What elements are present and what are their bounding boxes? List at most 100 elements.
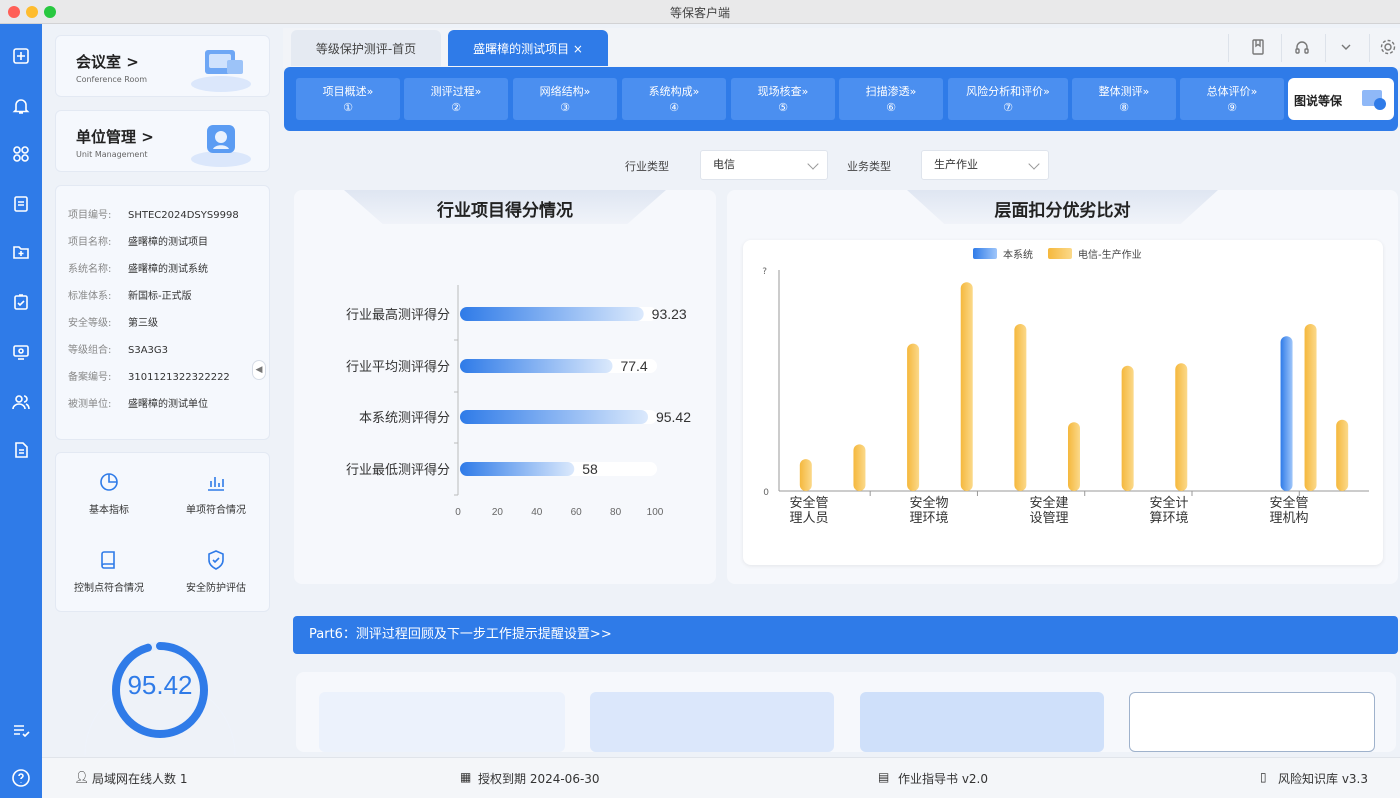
industry-type-select[interactable]: 电信	[700, 150, 828, 180]
step-onsite-check[interactable]: 现场核查» ⑤	[731, 78, 835, 120]
business-type-select[interactable]: 生产作业	[921, 150, 1049, 180]
clipboard-check-icon[interactable]	[9, 290, 33, 314]
task-list-icon[interactable]	[9, 718, 33, 742]
quick-link-label: 控制点符合情况	[74, 583, 144, 594]
quick-link-label: 基本指标	[89, 505, 129, 516]
item-compliance-link[interactable]: 单项符合情况	[171, 471, 261, 516]
illustration-icon	[1362, 90, 1386, 110]
business-type-label: 业务类型	[847, 160, 891, 173]
quick-link-label: 单项符合情况	[186, 505, 246, 516]
unit-management-card[interactable]: 单位管理 > Unit Management	[55, 110, 270, 172]
level-deduction-chart-box: 本系统 电信-生产作业? 0 安全管 理人员 安全物 理环境 安全建 设管理 安全计 算环境 安全管理…	[743, 240, 1383, 565]
x-tick-label: 40	[531, 507, 543, 518]
x-tick-label: 理人员	[789, 511, 828, 526]
icon-rail	[0, 24, 42, 798]
guide-version[interactable]: 作业指导书 v2.0	[898, 770, 988, 787]
tab-test-project[interactable]: 盛曙樟的测试项目 ×	[448, 30, 608, 66]
bar-value-label: 58	[582, 461, 598, 477]
x-tick-label: 安全管	[1269, 495, 1308, 511]
step-label: 网络结构»	[539, 85, 591, 98]
step-illustrated-mlps[interactable]: 图说等保	[1288, 78, 1394, 120]
shield-check-icon	[208, 550, 224, 570]
bell-icon[interactable]	[9, 94, 33, 118]
step-label: 风险分析和评价»	[966, 85, 1050, 98]
file-text-icon[interactable]	[9, 438, 33, 462]
chevron-down-icon	[1028, 158, 1040, 170]
step-risk-analysis[interactable]: 风险分析和评价» ⑦	[948, 78, 1068, 120]
monitor-settings-icon[interactable]	[9, 340, 33, 364]
reminder-settings-area	[296, 672, 1396, 752]
collapse-panel-button[interactable]: ◀	[252, 360, 266, 380]
user-icon: 👤︎	[74, 770, 90, 784]
bookmark-icon[interactable]	[1249, 38, 1267, 56]
knowledge-base-version[interactable]: 风险知识库 v3.3	[1278, 770, 1368, 787]
users-icon[interactable]	[9, 390, 33, 414]
info-label: 系统名称:	[68, 264, 112, 275]
info-value: 3101121322322222	[128, 372, 230, 383]
chevron-down-icon[interactable]	[1337, 38, 1355, 56]
reminder-card[interactable]	[319, 692, 565, 752]
info-value: 新国标-正式版	[128, 291, 192, 302]
part6-banner[interactable]: Part6：测评过程回顾及下一步工作提示提醒设置>>	[293, 616, 1398, 654]
project-info-card: 项目编号: SHTEC2024DSYS9998 项目名称: 盛曙樟的测试项目 系统名…	[55, 185, 270, 440]
bar	[460, 307, 644, 321]
step-scan-penetration[interactable]: 扫描渗透» ⑥	[839, 78, 943, 120]
step-system-composition[interactable]: 系统构成» ④	[622, 78, 726, 120]
x-tick-label: 20	[492, 507, 504, 518]
conference-room-card[interactable]: 会议室 > Conference Room	[55, 35, 270, 97]
gear-icon[interactable]	[1379, 38, 1397, 56]
folder-plus-icon[interactable]	[9, 240, 33, 264]
quick-link-label: 安全防护评估	[186, 583, 246, 594]
document-list-icon[interactable]	[9, 192, 33, 216]
bar-category-label: 行业最高测评得分	[346, 307, 450, 322]
bar	[1304, 324, 1317, 491]
bar	[1175, 363, 1188, 491]
x-tick-label: 理环境	[909, 511, 948, 526]
chevron-down-icon	[807, 158, 819, 170]
step-number: ⑥	[886, 101, 896, 114]
info-row: 标准体系: 新国标-正式版	[68, 287, 192, 305]
step-overall-test[interactable]: 整体测评» ⑧	[1072, 78, 1176, 120]
security-protection-link[interactable]: 安全防护评估	[171, 549, 261, 594]
title-bar: 等保客户端	[0, 0, 1400, 24]
info-row: 备案编号: 3101121322322222	[68, 368, 230, 386]
reminder-card[interactable]	[860, 692, 1104, 752]
tab-bar: 等级保护测评-首页 盛曙樟的测试项目 ×	[283, 28, 1400, 68]
apps-grid-icon[interactable]	[9, 142, 33, 166]
calendar-icon: ▦	[460, 770, 472, 784]
bar-value-label: 77.4	[620, 358, 647, 374]
info-label: 项目编号:	[68, 210, 112, 221]
reminder-card[interactable]	[590, 692, 834, 752]
headset-icon[interactable]	[1293, 38, 1311, 56]
final-step-label: 图说等保	[1294, 94, 1343, 108]
toolbar-divider	[1369, 34, 1370, 62]
info-label: 安全等级:	[68, 318, 112, 329]
basic-indicators-link[interactable]: 基本指标	[64, 471, 154, 516]
step-network-structure[interactable]: 网络结构» ③	[513, 78, 617, 120]
level-deduction-chart: 本系统 电信-生产作业? 0 安全管理人员 安全物理环境 安全建设管理 安全计算环境 安全管理…	[762, 248, 1369, 526]
industry-type-value: 电信	[713, 158, 735, 171]
bar	[907, 343, 920, 491]
bar-value-label: 93.23	[652, 306, 687, 322]
control-point-compliance-link[interactable]: 控制点符合情况	[64, 549, 154, 594]
step-evaluation-process[interactable]: 测评过程» ②	[404, 78, 508, 120]
plus-square-icon[interactable]	[9, 44, 33, 68]
unit-management-subtitle: Unit Management	[76, 150, 148, 159]
help-icon[interactable]	[9, 766, 33, 790]
info-value: 盛曙樟的测试项目	[128, 237, 208, 248]
step-label: 扫描渗透»	[865, 85, 917, 98]
step-project-overview[interactable]: 项目概述» ①	[296, 78, 400, 120]
bar	[1336, 419, 1349, 491]
step-label: 系统构成»	[648, 85, 700, 98]
step-label: 项目概述»	[322, 85, 374, 98]
level-deduction-panel: 层面扣分优劣比对 本系统 电信-生产作业? 0 安全管 理人员 安全物 理环境 安全建 设管理 安…	[727, 190, 1398, 584]
bar	[1280, 336, 1293, 491]
step-overall-evaluation[interactable]: 总体评价» ⑨	[1180, 78, 1284, 120]
industry-score-chart: 行业最高测评得分 93.23 行业平均测评得分 77.4 本系统测评得分 95.42 行业最…	[346, 285, 691, 518]
step-number: ⑦	[1003, 101, 1013, 114]
reminder-card[interactable]	[1129, 692, 1375, 752]
info-label: 标准体系:	[68, 291, 112, 302]
x-tick-label: 80	[610, 507, 622, 518]
book-icon	[101, 551, 115, 569]
tab-home[interactable]: 等级保护测评-首页	[291, 30, 441, 66]
